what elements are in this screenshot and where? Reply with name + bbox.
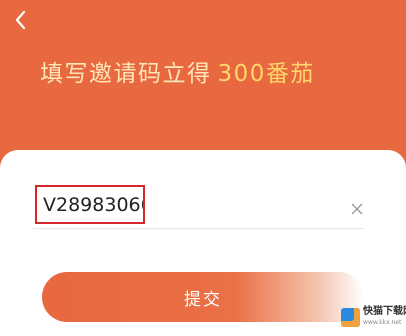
title-highlight: 300番茄 xyxy=(217,61,315,87)
header: 填写邀请码立得 300番茄 xyxy=(0,0,406,175)
input-underline xyxy=(33,228,364,229)
chevron-left-icon xyxy=(15,10,26,30)
invite-code-row xyxy=(33,184,364,229)
watermark: 快猫下载网 www.kkx.net xyxy=(341,304,406,332)
watermark-title: 快猫下载网 xyxy=(363,306,406,317)
submit-button[interactable]: 提交 xyxy=(42,272,364,322)
watermark-subtitle: www.kkx.net xyxy=(363,319,402,326)
clear-button[interactable] xyxy=(350,201,364,215)
title-text: 填写邀请码立得 xyxy=(40,61,212,87)
back-button[interactable] xyxy=(10,8,34,32)
page-title: 填写邀请码立得 300番茄 xyxy=(40,58,315,90)
invite-code-input[interactable] xyxy=(35,185,145,224)
watermark-logo-icon xyxy=(341,308,360,327)
close-icon xyxy=(351,203,363,215)
